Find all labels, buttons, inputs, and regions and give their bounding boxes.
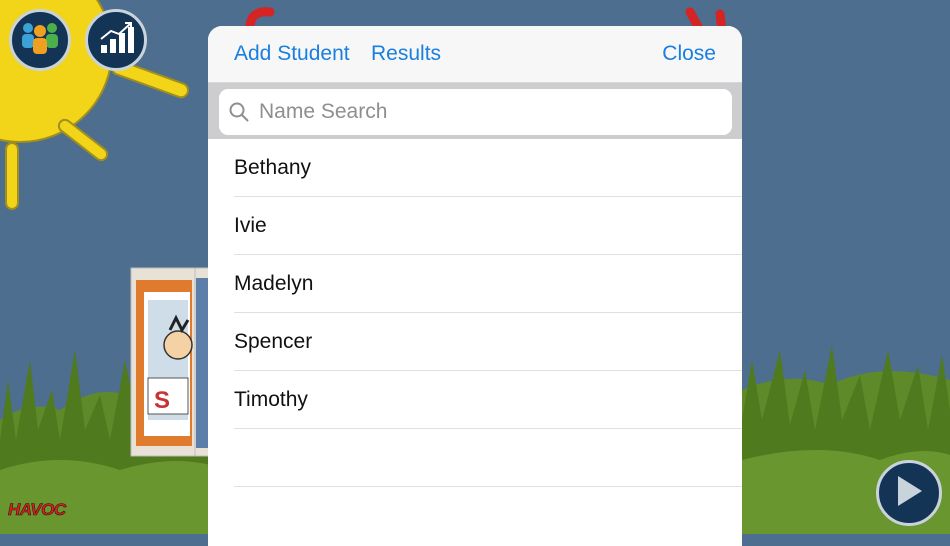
student-list-item[interactable]: Timothy (234, 371, 742, 429)
students-button[interactable] (9, 9, 71, 71)
results-button[interactable] (85, 9, 147, 71)
search-icon (229, 102, 249, 122)
add-student-button[interactable]: Add Student (234, 42, 350, 66)
havoc-logo: HAVOC (8, 500, 67, 520)
flash-cards-art: S (130, 267, 221, 457)
students-group-icon (18, 20, 62, 61)
student-list-item[interactable]: Bethany (234, 139, 742, 197)
svg-text:S: S (154, 387, 170, 414)
student-list-item[interactable]: Spencer (234, 313, 742, 371)
results-tab-button[interactable]: Results (371, 42, 441, 66)
student-name: Timothy (234, 387, 308, 411)
student-name: Ivie (234, 213, 267, 237)
name-search-input[interactable] (257, 99, 701, 125)
bar-chart-icon (97, 21, 135, 60)
close-button[interactable]: Close (662, 42, 716, 66)
play-button[interactable] (876, 460, 942, 526)
student-list: Bethany Ivie Madelyn Spencer Timothy (208, 139, 742, 487)
student-name: Madelyn (234, 271, 314, 295)
play-icon (894, 474, 924, 513)
student-list-item[interactable]: Ivie (234, 197, 742, 255)
empty-list-row (234, 429, 742, 487)
modal-header: Add Student Results Close (208, 26, 742, 83)
student-name: Bethany (234, 155, 312, 179)
student-list-item[interactable]: Madelyn (234, 255, 742, 313)
search-box[interactable] (219, 89, 732, 135)
student-name: Spencer (234, 329, 313, 353)
student-picker-modal: Add Student Results Close Bethany Ivie M… (208, 26, 742, 546)
search-bar (208, 83, 742, 139)
logo-text: HAVOC (8, 500, 67, 520)
